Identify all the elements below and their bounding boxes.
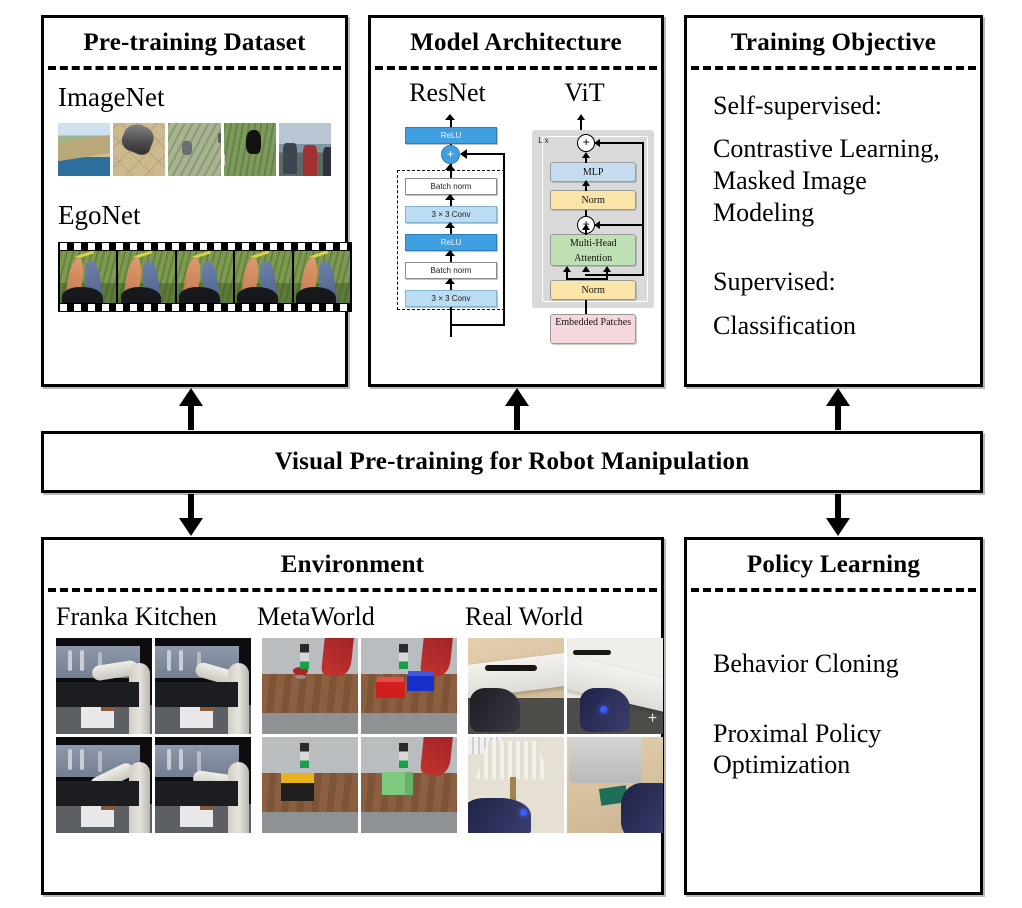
objective-item: Modeling xyxy=(713,197,815,227)
center-banner: Visual Pre-training for Robot Manipulati… xyxy=(41,431,983,493)
resnet-block: Batch norm xyxy=(405,178,497,195)
vit-block-norm-2: Norm xyxy=(550,190,637,210)
panel-environment: Environment Franka Kitchen MetaWorld Rea… xyxy=(41,537,664,895)
panel-title-pretraining-dataset: Pre-training Dataset xyxy=(83,29,306,56)
environment-thumbnail xyxy=(468,638,564,734)
imagenet-thumbnail xyxy=(58,122,111,176)
environment-column-label-real-world: Real World xyxy=(465,602,584,631)
arrow-up-icon xyxy=(445,194,455,200)
resnet-diagram: ReLU + Batch norm 3 × 3 Conv ReLU Batch … xyxy=(381,114,506,340)
imagenet-thumbnail xyxy=(168,122,221,176)
panel-title-model-architecture: Model Architecture xyxy=(410,29,622,56)
environment-thumbnail-grid-real-world: + xyxy=(468,638,663,833)
imagenet-thumbnail xyxy=(113,122,166,176)
environment-thumbnail xyxy=(262,638,358,734)
arrow-up-icon xyxy=(582,224,591,230)
arrow-left-icon xyxy=(594,221,601,229)
arrow-up-icon xyxy=(603,266,612,272)
policy-method-ppo-line1: Proximal Policy xyxy=(713,718,882,748)
panel-policy-learning: Policy Learning Behavior Cloning Proxima… xyxy=(684,537,983,895)
egonet-frame xyxy=(235,250,292,303)
objective-heading-supervised: Supervised: xyxy=(713,267,836,297)
objective-heading-self-supervised: Self-supervised: xyxy=(713,91,882,120)
arrow-up-to-dataset xyxy=(179,388,203,430)
arrow-down-to-environment xyxy=(179,494,203,536)
arrow-up-icon xyxy=(582,152,591,158)
arrow-up-icon xyxy=(563,266,572,272)
environment-thumbnail xyxy=(567,737,663,833)
environment-column-label-franka-kitchen: Franka Kitchen xyxy=(56,602,218,631)
arrow-up-icon xyxy=(582,180,591,186)
imagenet-thumbnail xyxy=(278,122,332,176)
center-banner-label: Visual Pre-training for Robot Manipulati… xyxy=(274,448,750,475)
dataset-label-egonet: EgoNet xyxy=(58,199,141,230)
egonet-frame xyxy=(293,250,351,303)
film-perforations-top xyxy=(60,242,350,250)
environment-thumbnail xyxy=(361,737,457,833)
arrow-down-to-policy xyxy=(826,494,850,536)
resnet-block: 3 × 3 Conv xyxy=(405,290,497,307)
objective-item: Classification xyxy=(713,310,856,340)
arrow-up-icon xyxy=(445,222,455,228)
panel-title-policy-learning: Policy Learning xyxy=(746,551,921,578)
film-perforations-bottom xyxy=(60,303,350,311)
arrow-up-icon xyxy=(445,164,455,170)
arrow-left-icon xyxy=(460,149,467,159)
resnet-block: 3 × 3 Conv xyxy=(405,206,497,223)
vit-block-embedded-patches: Embedded Patches xyxy=(550,314,637,344)
policy-method-behavior-cloning: Behavior Cloning xyxy=(713,649,899,678)
resnet-block: ReLU xyxy=(405,234,497,251)
environment-thumbnail xyxy=(361,638,457,734)
figure-canvas: Pre-training Dataset ImageNet EgoNet Mod… xyxy=(0,0,1022,908)
imagenet-thumbnail xyxy=(223,122,276,176)
vit-block-mlp: MLP xyxy=(550,162,637,182)
environment-thumbnail xyxy=(56,638,152,734)
environment-thumbnail-grid-franka-kitchen xyxy=(56,638,251,833)
environment-thumbnail xyxy=(155,638,251,734)
arrow-up-icon xyxy=(445,278,455,284)
panel-title-environment: Environment xyxy=(280,551,425,578)
environment-thumbnail xyxy=(56,737,152,833)
resnet-add-operator: + xyxy=(441,145,460,164)
policy-method-ppo-line2: Optimization xyxy=(713,750,851,780)
resnet-block: ReLU xyxy=(405,127,497,144)
arrow-up-icon xyxy=(445,250,455,256)
egonet-frame xyxy=(60,250,117,303)
environment-thumbnail xyxy=(468,737,564,833)
environment-thumbnail xyxy=(155,737,251,833)
arrow-left-icon xyxy=(594,139,601,147)
arrow-up-to-architecture xyxy=(505,388,529,430)
model-name-vit: ViT xyxy=(564,78,605,107)
vit-block-norm-1: Norm xyxy=(550,280,637,300)
vit-repeat-label: L x xyxy=(538,136,549,145)
environment-thumbnail-grid-metaworld xyxy=(262,638,457,833)
resnet-skip-connection xyxy=(503,154,505,326)
resnet-block: Batch norm xyxy=(405,262,497,279)
vit-diagram: L x + MLP Norm + Multi-Head Attention No… xyxy=(524,114,655,346)
environment-thumbnail xyxy=(262,737,358,833)
egonet-frame xyxy=(118,250,175,303)
egonet-frame xyxy=(176,250,234,303)
objective-item: Contrastive Learning, xyxy=(713,134,940,164)
panel-training-objective: Training Objective Self-supervised: Cont… xyxy=(684,15,983,387)
vit-skip-connection xyxy=(642,142,645,224)
panel-pretraining-dataset: Pre-training Dataset ImageNet EgoNet xyxy=(41,15,352,387)
dataset-label-imagenet: ImageNet xyxy=(58,82,165,112)
panel-model-architecture: Model Architecture ResNet ViT ReLU + Bat… xyxy=(368,15,664,387)
objective-item: Masked Image xyxy=(713,165,867,195)
arrow-up-icon xyxy=(582,266,591,272)
egonet-film-strip xyxy=(58,241,352,312)
environment-column-label-metaworld: MetaWorld xyxy=(257,602,375,631)
arrow-up-to-objective xyxy=(826,388,850,430)
crosshair-icon: + xyxy=(647,710,658,728)
vit-block-attention: Multi-Head Attention xyxy=(550,234,637,266)
panel-title-training-objective: Training Objective xyxy=(730,29,937,56)
environment-thumbnail: + xyxy=(567,638,663,734)
model-name-resnet: ResNet xyxy=(409,78,486,107)
imagenet-thumbnail-strip xyxy=(58,122,332,176)
